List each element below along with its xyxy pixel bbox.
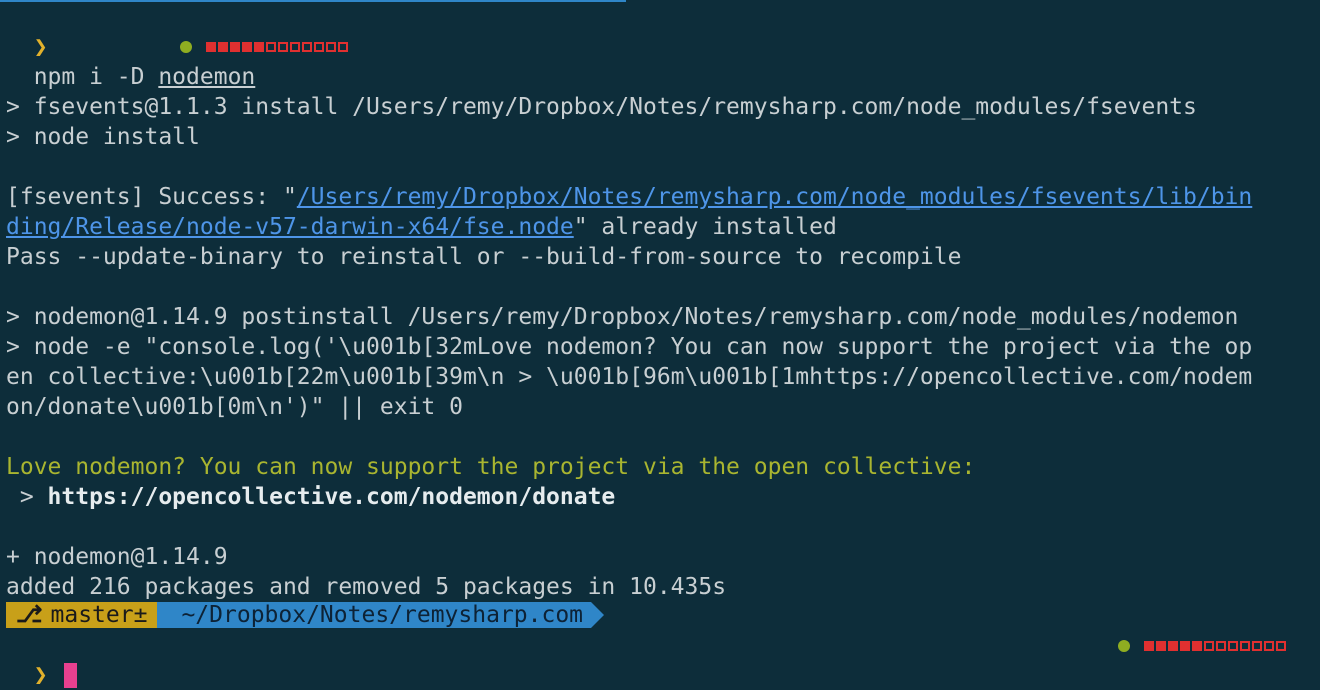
progress-segment: [1252, 641, 1262, 651]
status-dot-icon: [180, 41, 192, 53]
progress-segment: [338, 42, 348, 52]
output-line: > nodemon@1.14.9 postinstall /Users/remy…: [6, 304, 1239, 330]
cwd-path: ~/Dropbox/Notes/remysharp.com: [181, 602, 584, 628]
output-line: > fsevents@1.1.3 install /Users/remy/Dro…: [6, 94, 1197, 120]
output-line: en collective:\u001b[22m\u001b[39m\n > \…: [6, 364, 1253, 390]
progress-segment: [1240, 641, 1250, 651]
status-dot-icon: [1118, 640, 1130, 652]
text-cursor: [63, 663, 77, 688]
input-line[interactable]: ❯: [6, 630, 77, 688]
output-line: Pass --update-binary to reinstall or --b…: [6, 244, 962, 270]
git-branch-icon: ⎇: [16, 602, 43, 628]
output-line: > node -e "console.log('\u001b[32mLove n…: [6, 334, 1253, 360]
activity-indicator-top: [180, 37, 350, 57]
progress-segment: [1228, 641, 1238, 651]
success-suffix: " already installed: [573, 214, 837, 240]
progress-segment: [254, 42, 264, 52]
progress-segment: [1204, 641, 1214, 651]
progress-segment: [1180, 641, 1190, 651]
progress-segment: [314, 42, 324, 52]
progress-segment: [1216, 641, 1226, 651]
progress-segment: [218, 42, 228, 52]
progress-segment: [1276, 641, 1286, 651]
progress-segments: [206, 42, 350, 52]
progress-segment: [1192, 641, 1202, 651]
progress-segment: [1264, 641, 1274, 651]
progress-segment: [278, 42, 288, 52]
prompt-chevron-icon: ❯: [33, 34, 48, 60]
command-line: ❯ npm i -D nodemon: [6, 2, 256, 90]
activity-indicator-bottom: [1118, 636, 1288, 656]
progress-segments: [1144, 641, 1288, 651]
command-package: nodemon: [158, 64, 256, 90]
output-line: > node install: [6, 124, 200, 150]
output-line: [fsevents] Success: "/Users/remy/Dropbox…: [6, 182, 1252, 212]
progress-segment: [1168, 641, 1178, 651]
progress-segment: [302, 42, 312, 52]
progress-segment: [230, 42, 240, 52]
donate-line: > https://opencollective.com/nodemon/don…: [6, 482, 615, 512]
cwd-segment: ~/Dropbox/Notes/remysharp.com: [157, 602, 604, 628]
powerline-prompt: ⎇ master± ~/Dropbox/Notes/remysharp.com: [6, 602, 604, 628]
output-line: + nodemon@1.14.9: [6, 544, 228, 570]
output-line: ding/Release/node-v57-darwin-x64/fse.nod…: [6, 212, 837, 242]
progress-segment: [242, 42, 252, 52]
progress-segment: [326, 42, 336, 52]
prompt-chevron-icon: ❯: [33, 662, 48, 688]
progress-segment: [1156, 641, 1166, 651]
progress-segment: [290, 42, 300, 52]
progress-segment: [266, 42, 276, 52]
git-branch-name: master±: [50, 602, 148, 628]
command-text: npm i -D: [33, 64, 159, 90]
success-prefix: [fsevents] Success: ": [6, 184, 297, 210]
progress-segment: [1144, 641, 1154, 651]
donate-url-link[interactable]: https://opencollective.com/nodemon/donat…: [48, 484, 616, 510]
output-line: on/donate\u001b[0m\n')" || exit 0: [6, 394, 463, 420]
install-summary: added 216 packages and removed 5 package…: [6, 574, 727, 600]
file-path-link[interactable]: /Users/remy/Dropbox/Notes/remysharp.com/…: [297, 184, 1252, 210]
file-path-link[interactable]: ding/Release/node-v57-darwin-x64/fse.nod…: [6, 214, 574, 240]
progress-segment: [206, 42, 216, 52]
git-branch-segment: ⎇ master±: [6, 602, 171, 628]
donate-prefix: >: [6, 484, 48, 510]
love-message: Love nodemon? You can now support the pr…: [6, 454, 976, 480]
